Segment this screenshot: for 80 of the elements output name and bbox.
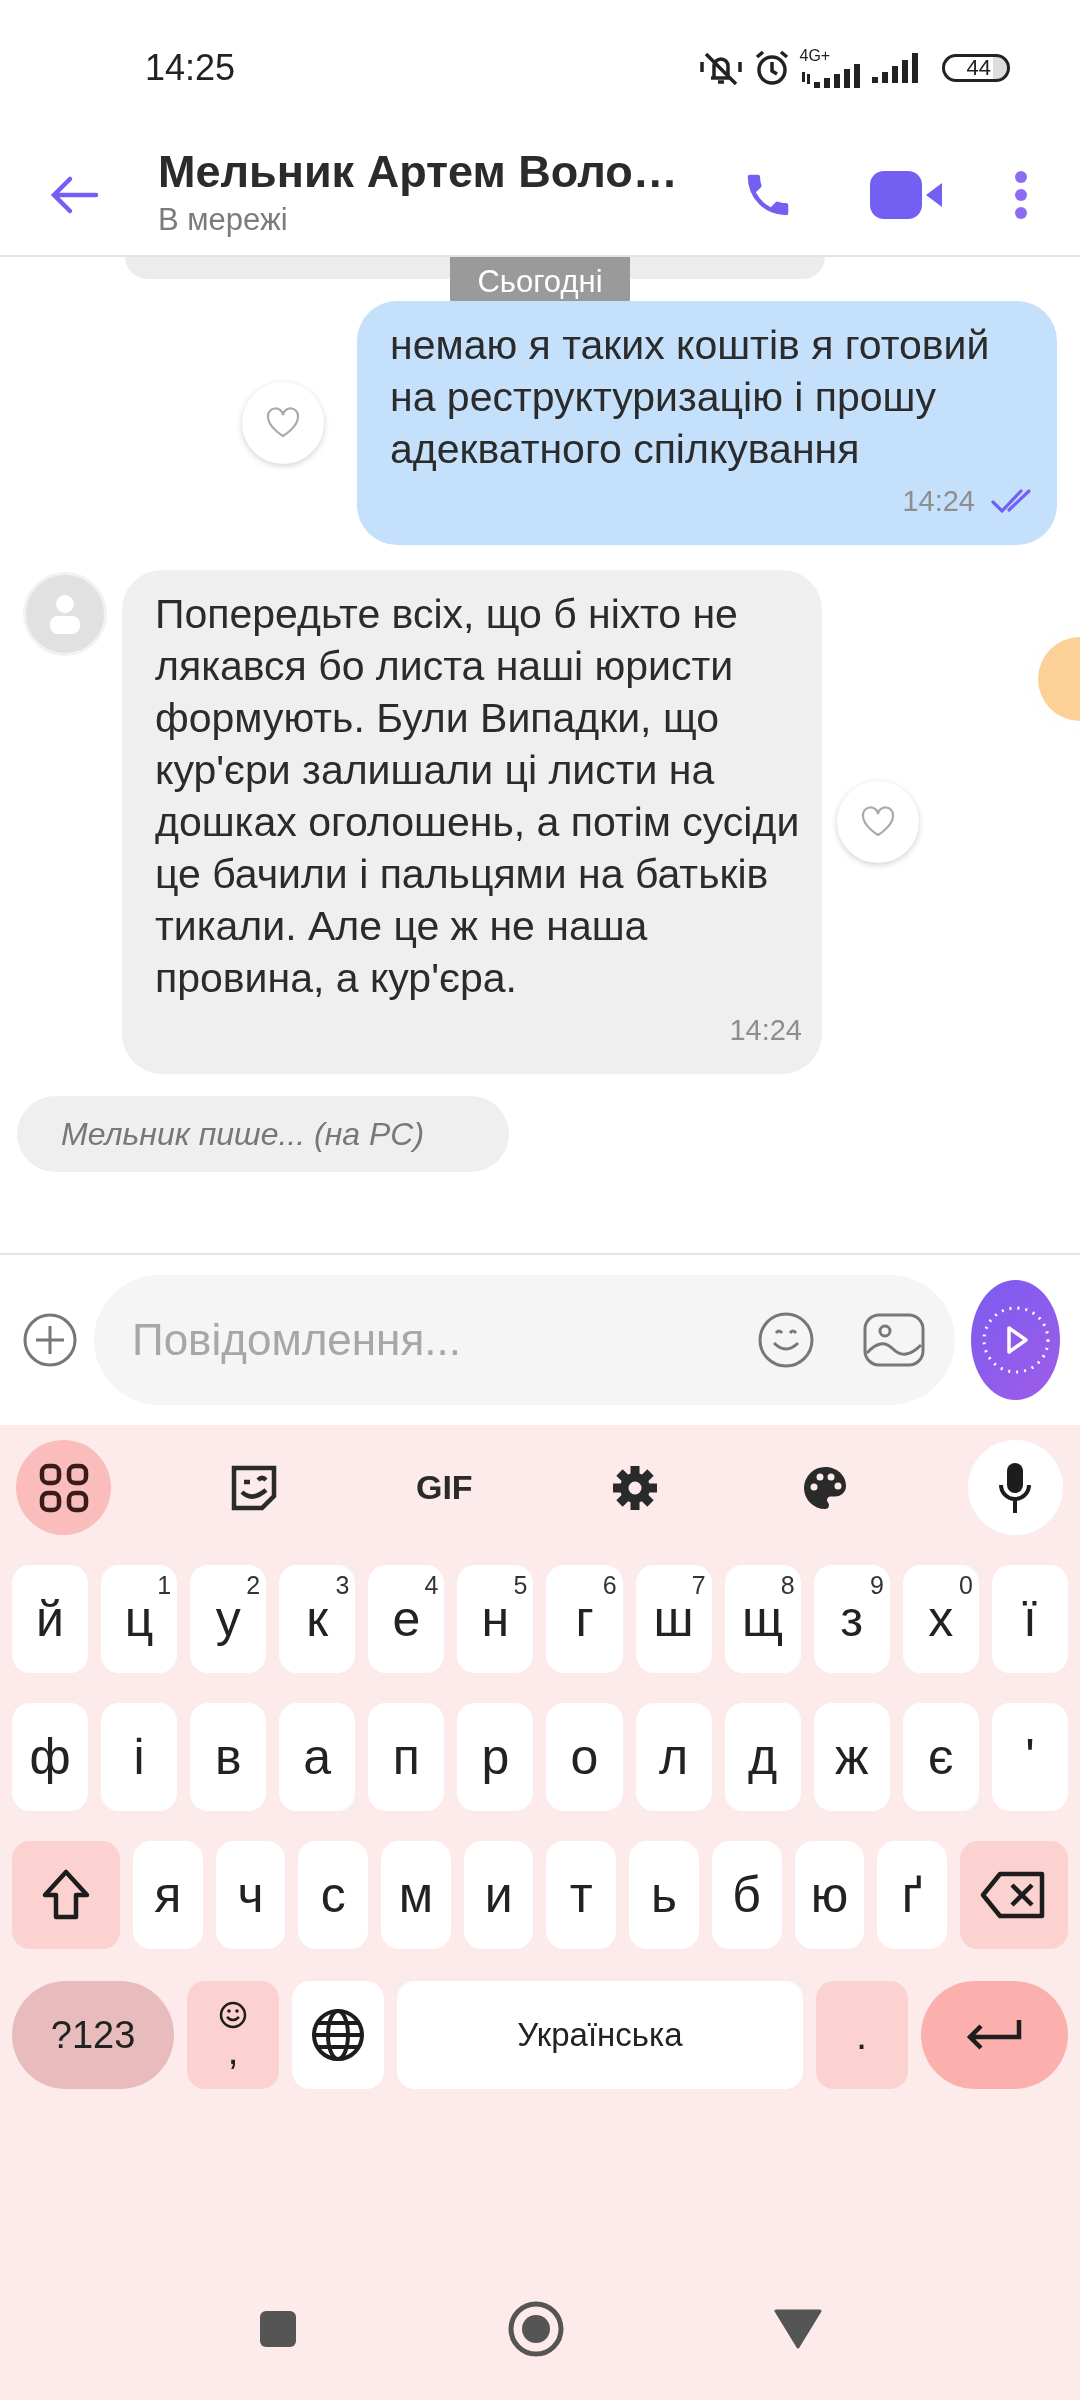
message-time: 14:24	[729, 1013, 802, 1048]
key[interactable]: ь	[629, 1841, 699, 1949]
key[interactable]: м	[381, 1841, 451, 1949]
key[interactable]: '	[991, 1703, 1068, 1811]
period-key[interactable]: .	[815, 1981, 908, 2089]
contact-name: Мельник Артем Воло…	[158, 147, 678, 197]
video-camera-icon	[870, 171, 944, 219]
message-input[interactable]: Повідомлення...	[130, 1306, 709, 1374]
network-type: 4G+	[799, 47, 831, 64]
shift-key[interactable]	[12, 1841, 121, 1949]
key[interactable]: ч	[215, 1841, 286, 1949]
message-text: Попередьте всіх, що б ніхто не лякався бо листа наші юристи формують. Були Випадки, що кур'єри залишали ці листи на дошках оголошень, а потім сусіди це бачили і пальцями на батьків тикали. Але це ж не наша провина, а кур'єра.	[155, 590, 801, 1003]
home-button[interactable]	[508, 2301, 564, 2357]
key-hint: 4	[424, 1570, 439, 1601]
home-circle-icon	[508, 2301, 564, 2357]
microphone-icon	[998, 1460, 1033, 1515]
shift-icon	[41, 1868, 91, 1922]
symbols-key[interactable]: ?123	[12, 1981, 175, 2089]
person-icon	[47, 592, 83, 636]
typing-indicator: Мельник пише... (на PC)	[17, 1096, 509, 1172]
key-hint: 0	[958, 1570, 973, 1601]
key-hint: 7	[691, 1570, 706, 1601]
key-hint: 1	[157, 1570, 172, 1601]
battery-level: 44	[941, 53, 1010, 82]
play-icon	[980, 1305, 1051, 1375]
key-hint: 8	[780, 1570, 795, 1601]
key[interactable]: и	[463, 1841, 534, 1949]
square-icon	[258, 2309, 298, 2349]
back-nav-button[interactable]	[774, 2309, 822, 2349]
add-button[interactable]	[22, 1312, 78, 1368]
key-hint: 5	[513, 1570, 528, 1601]
more-options-icon	[1014, 170, 1028, 220]
key[interactable]: л	[635, 1703, 712, 1811]
enter-icon	[965, 2018, 1024, 2052]
emoji-key[interactable]: ,	[187, 1981, 280, 2089]
key[interactable]: п	[368, 1703, 445, 1811]
message-text: немаю я таких коштів я готовий на реструктуризацію і прошу адекватного спілкування	[390, 321, 991, 474]
key[interactable]: я	[133, 1841, 203, 1949]
language-key[interactable]	[292, 1981, 385, 2089]
key[interactable]: т	[546, 1841, 617, 1949]
key[interactable]: є	[902, 1703, 979, 1811]
key[interactable]: ґ	[877, 1841, 947, 1949]
key[interactable]: д	[724, 1703, 801, 1811]
gif-button[interactable]: GIF	[396, 1440, 492, 1535]
key[interactable]: б	[711, 1841, 782, 1949]
message-time: 14:24	[902, 484, 975, 519]
key[interactable]: а	[279, 1703, 356, 1811]
key-hint: 6	[602, 1570, 617, 1601]
key[interactable]: о	[546, 1703, 623, 1811]
key[interactable]: ї	[991, 1565, 1068, 1673]
triangle-icon	[774, 2309, 822, 2349]
backspace-key[interactable]	[959, 1841, 1068, 1949]
video-call-button[interactable]	[870, 171, 944, 219]
key-hint: 2	[246, 1570, 261, 1601]
more-options-button[interactable]	[1014, 170, 1028, 220]
signal-icon	[871, 52, 920, 83]
key[interactable]: ж	[813, 1703, 890, 1811]
image-icon[interactable]	[863, 1313, 925, 1367]
plus-icon	[22, 1312, 78, 1368]
key[interactable]: ю	[794, 1841, 865, 1949]
back-arrow-icon	[50, 175, 100, 215]
key-hint: 3	[335, 1570, 350, 1601]
settings-icon	[610, 1463, 659, 1512]
key[interactable]: і	[101, 1703, 178, 1811]
grid-icon	[38, 1462, 89, 1513]
key[interactable]: й	[12, 1565, 89, 1673]
contact-status: В мережі	[158, 200, 289, 239]
space-key[interactable]: Українська	[397, 1981, 803, 2089]
key[interactable]: в	[190, 1703, 267, 1811]
key[interactable]: р	[457, 1703, 534, 1811]
status-time: 14:25	[145, 45, 236, 90]
key[interactable]: с	[298, 1841, 369, 1949]
key[interactable]: ф	[12, 1703, 89, 1811]
smiley-icon[interactable]	[757, 1311, 815, 1369]
recents-button[interactable]	[258, 2309, 298, 2349]
message-field[interactable]: Повідомлення...	[94, 1275, 955, 1405]
back-button[interactable]	[50, 175, 100, 215]
key-hint: 9	[869, 1570, 884, 1601]
globe-icon	[311, 2008, 366, 2062]
smiley-icon	[218, 2000, 249, 2030]
